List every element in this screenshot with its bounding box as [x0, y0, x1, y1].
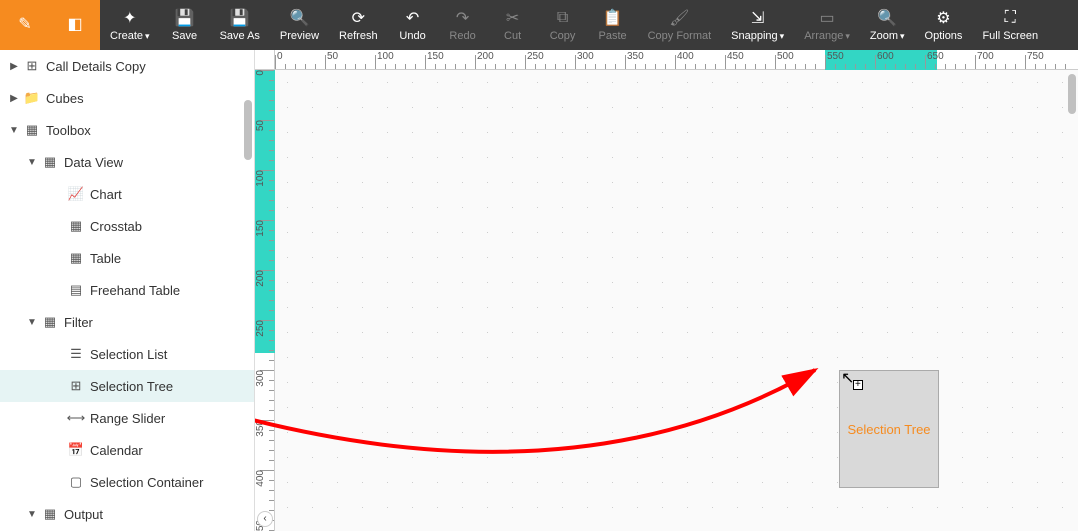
copy-icon: ⧉: [557, 8, 568, 28]
collapse-icon[interactable]: ▼: [24, 317, 40, 328]
save-as-icon: 💾: [230, 8, 250, 28]
vertical-ruler[interactable]: 050100150200250300350400450: [255, 70, 275, 531]
gear-icon: ⚙: [936, 8, 950, 28]
sidebar-scrollbar[interactable]: [244, 50, 252, 531]
snap-icon: ⇲: [751, 8, 764, 28]
tree-toolbox[interactable]: ▼▦Toolbox: [0, 114, 254, 146]
table-icon: ▦: [66, 250, 86, 266]
save-button[interactable]: 💾Save: [160, 0, 210, 50]
tree-range-slider[interactable]: ⟷Range Slider: [0, 402, 254, 434]
container-icon: ▢: [66, 474, 86, 490]
tree-crosstab[interactable]: ▦Crosstab: [0, 210, 254, 242]
sidebar-collapse-button[interactable]: ‹: [257, 511, 273, 527]
canvas-area: 0501001502002503003504004505005506006507…: [255, 50, 1078, 531]
arrange-icon: ▭: [819, 8, 834, 28]
tree-filter[interactable]: ▼▦Filter: [0, 306, 254, 338]
options-button[interactable]: ⚙Options: [915, 0, 973, 50]
sparkle-icon: ✦: [123, 8, 136, 28]
tree-selection-tree[interactable]: ⊞Selection Tree: [0, 370, 254, 402]
preview-button[interactable]: 🔍Preview: [270, 0, 329, 50]
tree-call-details[interactable]: ▶⊞Call Details Copy: [0, 50, 254, 82]
list-icon: ☰: [66, 346, 86, 362]
copy-button[interactable]: ⧉Copy: [538, 0, 588, 50]
tree-chart[interactable]: 📈Chart: [0, 178, 254, 210]
folder-icon: 📁: [22, 90, 42, 106]
logo-button[interactable]: ✎: [0, 0, 50, 50]
calendar-icon: 📅: [66, 442, 86, 458]
arrange-button[interactable]: ▭Arrange▾: [794, 0, 860, 50]
create-button[interactable]: ✦Create▾: [100, 0, 160, 50]
drop-widget-label: Selection Tree: [847, 422, 930, 437]
hierarchy-icon: ⊞: [22, 58, 42, 74]
save-icon: 💾: [175, 8, 195, 28]
paste-button[interactable]: 📋Paste: [588, 0, 638, 50]
cut-icon: ✂: [506, 8, 519, 28]
tree-icon: ⊞: [66, 378, 86, 394]
adhoc-button[interactable]: ◧: [50, 0, 100, 50]
tree-calendar[interactable]: 📅Calendar: [0, 434, 254, 466]
cut-button[interactable]: ✂Cut: [488, 0, 538, 50]
tree-selection-list[interactable]: ☰Selection List: [0, 338, 254, 370]
horizontal-ruler[interactable]: 0501001502002503003504004505005506006507…: [275, 50, 1078, 70]
expand-icon[interactable]: ▶: [6, 61, 22, 72]
collapse-icon[interactable]: ▼: [24, 157, 40, 168]
drag-cursor-icon: ↖+: [841, 368, 854, 388]
paint-icon: 🖌: [669, 8, 689, 28]
tree-cubes[interactable]: ▶📁Cubes: [0, 82, 254, 114]
chart-icon: 📈: [66, 186, 86, 202]
canvas-scrollbar-thumb[interactable]: [1068, 74, 1076, 114]
expand-icon[interactable]: ▶: [6, 93, 22, 104]
scrollbar-thumb[interactable]: [244, 100, 252, 160]
refresh-button[interactable]: ⟳Refresh: [329, 0, 388, 50]
freehand-icon: ▤: [66, 282, 86, 298]
save-as-button[interactable]: 💾Save As: [210, 0, 270, 50]
zoom-button[interactable]: 🔍Zoom▾: [860, 0, 915, 50]
refresh-icon: ⟳: [352, 8, 365, 28]
tree-data-view[interactable]: ▼▦Data View: [0, 146, 254, 178]
slider-icon: ⟷: [66, 410, 86, 426]
fullscreen-icon: ⛶: [1005, 8, 1016, 28]
redo-button[interactable]: ↷Redo: [438, 0, 488, 50]
fullscreen-button[interactable]: ⛶Full Screen: [972, 0, 1048, 50]
toolbox-icon: ▦: [22, 122, 42, 138]
view-icon: ▦: [40, 154, 60, 170]
redo-icon: ↷: [456, 8, 469, 28]
paste-icon: 📋: [603, 8, 623, 28]
undo-icon: ↶: [406, 8, 419, 28]
snapping-button[interactable]: ⇲Snapping▾: [721, 0, 794, 50]
main-toolbar: ✎ ◧ ✦Create▾ 💾Save 💾Save As 🔍Preview ⟳Re…: [0, 0, 1078, 50]
sidebar: ▶⊞Call Details Copy ▶📁Cubes ▼▦Toolbox ▼▦…: [0, 50, 255, 531]
zoom-icon: 🔍: [877, 8, 897, 28]
collapse-icon[interactable]: ▼: [24, 509, 40, 520]
tree-table[interactable]: ▦Table: [0, 242, 254, 274]
tree-selection-container[interactable]: ▢Selection Container: [0, 466, 254, 498]
tree-freehand[interactable]: ▤Freehand Table: [0, 274, 254, 306]
collapse-icon[interactable]: ▼: [6, 125, 22, 136]
tree-output[interactable]: ▼▦Output: [0, 498, 254, 530]
copy-format-button[interactable]: 🖌Copy Format: [638, 0, 722, 50]
filter-group-icon: ▦: [40, 314, 60, 330]
wand-icon: ✎: [18, 14, 31, 34]
design-canvas[interactable]: Selection Tree ↖+: [275, 70, 1078, 531]
crosstab-icon: ▦: [66, 218, 86, 234]
preview-icon: 🔍: [290, 8, 310, 28]
undo-button[interactable]: ↶Undo: [388, 0, 438, 50]
ruler-corner: [255, 50, 275, 70]
components-icon: ◧: [67, 14, 82, 34]
output-icon: ▦: [40, 506, 60, 522]
